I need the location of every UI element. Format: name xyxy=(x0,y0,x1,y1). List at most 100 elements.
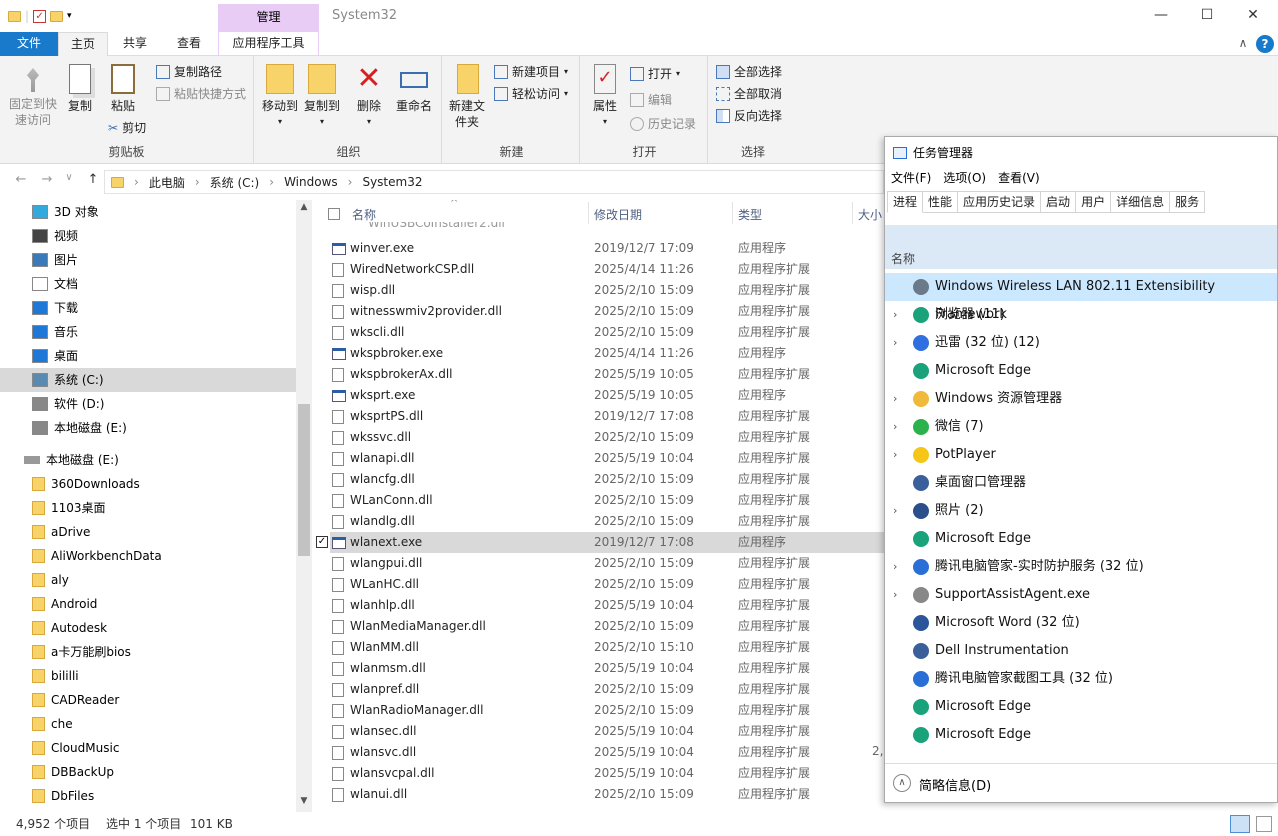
tm-tab-startup[interactable]: 启动 xyxy=(1041,191,1077,213)
file-row[interactable]: wlanhlp.dll 2025/5/19 10:04 应用程序扩展 xyxy=(330,595,884,616)
nav-item[interactable]: 本地磁盘 (E:) xyxy=(0,416,296,440)
file-row[interactable]: WiredNetworkCSP.dll 2025/4/14 11:26 应用程序扩展 xyxy=(330,259,884,280)
nav-item[interactable]: CADReader xyxy=(0,688,296,712)
tm-process-row[interactable]: Microsoft Edge xyxy=(885,721,1277,749)
breadcrumb[interactable]: › 此电脑 › 系统 (C:) › Windows › System32 xyxy=(104,170,884,194)
select-none-button[interactable]: 全部取消 xyxy=(716,84,782,104)
nav-item[interactable]: 1103桌面 xyxy=(0,496,296,520)
tm-process-row[interactable]: › 微信 (7) xyxy=(885,413,1277,441)
file-row[interactable]: winver.exe 2019/12/7 17:09 应用程序 xyxy=(330,238,884,259)
nav-item[interactable]: DBBackUp xyxy=(0,760,296,784)
file-row[interactable]: wlancfg.dll 2025/2/10 15:09 应用程序扩展 xyxy=(330,469,884,490)
tm-tab-services[interactable]: 服务 xyxy=(1170,191,1206,213)
file-row[interactable]: wksprtPS.dll 2019/12/7 17:08 应用程序扩展 xyxy=(330,406,884,427)
maximize-button[interactable]: ☐ xyxy=(1184,4,1230,28)
expand-chevron-icon[interactable]: › xyxy=(893,301,897,329)
nav-item[interactable]: aDrive xyxy=(0,520,296,544)
expand-chevron-icon[interactable]: › xyxy=(893,441,897,469)
nav-item[interactable]: 视频 xyxy=(0,224,296,248)
easy-access-button[interactable]: 轻松访问 ▾ xyxy=(494,84,568,104)
details-view-icon[interactable] xyxy=(1230,815,1250,833)
tm-column-name[interactable]: 名称 xyxy=(891,250,915,267)
new-item-button[interactable]: 新建项目 ▾ xyxy=(494,62,568,82)
tm-menu-options[interactable]: 选项(O) xyxy=(943,169,986,186)
close-button[interactable]: ✕ xyxy=(1230,4,1276,28)
file-row[interactable]: WlanMM.dll 2025/2/10 15:10 应用程序扩展 xyxy=(330,637,884,658)
new-folder-button[interactable]: 新建文件夹 xyxy=(448,64,488,130)
tab-home[interactable]: 主页 xyxy=(58,32,108,56)
column-header-name[interactable]: 名称 xyxy=(352,206,376,223)
tm-process-row[interactable]: › 照片 (2) xyxy=(885,497,1277,525)
nav-item[interactable]: 系统 (C:) xyxy=(0,368,296,392)
nav-item[interactable]: 本地磁盘 (E:) xyxy=(0,448,296,472)
tm-tab-performance[interactable]: 性能 xyxy=(923,191,959,213)
file-row[interactable]: wksprt.exe 2025/5/19 10:05 应用程序 xyxy=(330,385,884,406)
tm-process-row[interactable]: › SupportAssistAgent.exe xyxy=(885,581,1277,609)
file-row[interactable]: ✓ wlanext.exe 2019/12/7 17:08 应用程序 xyxy=(316,532,884,553)
nav-item[interactable]: 下载 xyxy=(0,296,296,320)
expand-chevron-icon[interactable]: › xyxy=(893,385,897,413)
file-row[interactable]: wlanpref.dll 2025/2/10 15:09 应用程序扩展 xyxy=(330,679,884,700)
nav-scroll-thumb[interactable] xyxy=(298,404,310,556)
expand-chevron-icon[interactable]: › xyxy=(893,553,897,581)
nav-item[interactable]: a卡万能刷bios xyxy=(0,640,296,664)
file-row[interactable]: wkssvc.dll 2025/2/10 15:09 应用程序扩展 xyxy=(330,427,884,448)
nav-item[interactable]: Autodesk xyxy=(0,616,296,640)
file-row[interactable]: wlanmsm.dll 2025/5/19 10:04 应用程序扩展 xyxy=(330,658,884,679)
copy-path-button[interactable]: 复制路径 xyxy=(156,62,222,82)
expand-chevron-icon[interactable]: › xyxy=(893,413,897,441)
tm-process-row[interactable]: Microsoft Edge xyxy=(885,693,1277,721)
tm-tab-processes[interactable]: 进程 xyxy=(887,191,924,213)
file-row[interactable]: wlansec.dll 2025/5/19 10:04 应用程序扩展 xyxy=(330,721,884,742)
file-row[interactable]: wlandlg.dll 2025/2/10 15:09 应用程序扩展 xyxy=(330,511,884,532)
recent-locations-button[interactable]: ∨ xyxy=(60,172,78,183)
rename-button[interactable]: 重命名 xyxy=(392,64,436,114)
invert-selection-button[interactable]: 反向选择 xyxy=(716,106,782,126)
nav-item[interactable]: 图片 xyxy=(0,248,296,272)
tm-column-header[interactable]: 名称 xyxy=(885,225,1277,269)
copy-to-button[interactable]: 复制到 ▾ xyxy=(302,64,342,130)
file-row[interactable]: wlansvc.dll 2025/5/19 10:04 应用程序扩展 xyxy=(330,742,884,763)
up-button[interactable]: ↑ xyxy=(84,172,102,187)
nav-item[interactable]: CloudMusic xyxy=(0,736,296,760)
tab-file[interactable]: 文件 xyxy=(0,32,58,56)
nav-item[interactable]: 软件 (D:) xyxy=(0,392,296,416)
nav-item[interactable]: che xyxy=(0,712,296,736)
nav-item[interactable]: 3D 对象 xyxy=(0,200,296,224)
tm-process-row[interactable]: Windows Wireless LAN 802.11 Extensibilit… xyxy=(885,273,1277,322)
nav-item[interactable]: 文档 xyxy=(0,272,296,296)
file-row[interactable]: wlangpui.dll 2025/2/10 15:09 应用程序扩展 xyxy=(330,553,884,574)
nav-item[interactable]: DbFiles xyxy=(0,784,296,808)
nav-item[interactable]: bililli xyxy=(0,664,296,688)
column-header-size[interactable]: 大小 xyxy=(858,206,882,223)
file-row[interactable]: WLanHC.dll 2025/2/10 15:09 应用程序扩展 xyxy=(330,574,884,595)
file-row[interactable]: wkscli.dll 2025/2/10 15:09 应用程序扩展 xyxy=(330,322,884,343)
scroll-up-icon[interactable]: ▲ xyxy=(296,202,312,212)
expand-chevron-icon[interactable]: › xyxy=(893,329,897,357)
edit-button[interactable]: 编辑 xyxy=(630,90,672,110)
tab-view[interactable]: 查看 xyxy=(164,32,214,56)
nav-item[interactable]: Android xyxy=(0,592,296,616)
tm-tab-app-history[interactable]: 应用历史记录 xyxy=(958,191,1042,213)
collapse-circle-icon[interactable]: ∧ xyxy=(893,774,911,792)
fewer-details-link[interactable]: 简略信息(D) xyxy=(919,775,991,794)
file-row[interactable]: witnesswmiv2provider.dll 2025/2/10 15:09 应… xyxy=(330,301,884,322)
tm-process-row[interactable]: 腾讯电脑管家截图工具 (32 位) xyxy=(885,665,1277,693)
nav-item[interactable]: 音乐 xyxy=(0,320,296,344)
tm-menu-view[interactable]: 查看(V) xyxy=(998,169,1040,186)
delete-button[interactable]: ✕ 删除 ▾ xyxy=(352,64,386,130)
tm-process-row[interactable]: › PotPlayer xyxy=(885,441,1277,469)
file-row[interactable]: WlanRadioManager.dll 2025/2/10 15:09 应用程序扩… xyxy=(330,700,884,721)
expand-chevron-icon[interactable]: › xyxy=(893,497,897,525)
tm-process-row[interactable]: › 浏览器 (11) xyxy=(885,301,1277,329)
file-row[interactable]: wlansvcpal.dll 2025/5/19 10:04 应用程序扩展 xyxy=(330,763,884,784)
back-button[interactable]: ← xyxy=(12,172,30,187)
open-button[interactable]: 打开 ▾ xyxy=(630,64,680,84)
tm-process-row[interactable]: Dell Instrumentation xyxy=(885,637,1277,665)
breadcrumb-c-drive[interactable]: 系统 (C:) xyxy=(210,174,260,191)
tm-tab-details[interactable]: 详细信息 xyxy=(1111,191,1171,213)
properties-check-icon[interactable]: ✓ xyxy=(33,9,47,23)
file-row[interactable]: WlanMediaManager.dll 2025/2/10 15:09 应用程序扩… xyxy=(330,616,884,637)
paste-shortcut-button[interactable]: 粘贴快捷方式 xyxy=(156,84,246,104)
breadcrumb-this-pc[interactable]: 此电脑 xyxy=(149,174,185,191)
